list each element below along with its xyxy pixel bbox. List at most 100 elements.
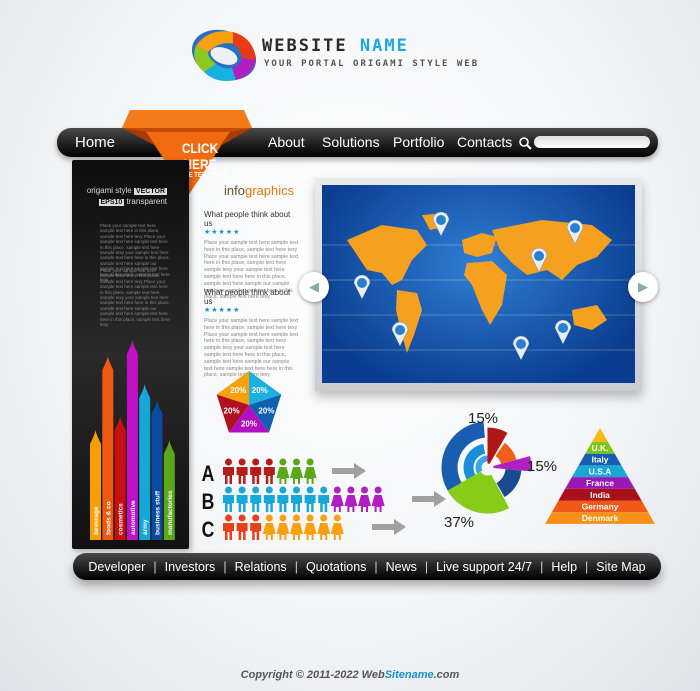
world-map [322, 185, 635, 383]
male-person-icon [250, 486, 262, 512]
chevron-left-icon: ◀ [309, 279, 319, 294]
female-person-icon [330, 514, 344, 540]
male-person-icon [250, 458, 262, 484]
footer-separator: | [424, 559, 429, 574]
copyright-suffix: .com [433, 669, 460, 681]
footer-link[interactable]: Developer [88, 560, 145, 574]
footer-link[interactable]: Relations [235, 560, 287, 574]
testimonial-heading: What people think about us [204, 210, 291, 228]
vector-badge: VECTOR [133, 188, 167, 195]
eps-badge: EPS10 [98, 199, 125, 206]
female-person-icon [358, 486, 371, 512]
pentagon-label: 20% [230, 386, 246, 395]
pyramid-label: France [586, 478, 614, 488]
footer-link[interactable]: Site Map [596, 560, 645, 574]
copyright: Copyright © 2011-2022 WebSitename.com [0, 669, 700, 681]
rating-stars: ★★★★★ [204, 229, 241, 236]
male-person-icon [223, 514, 234, 540]
footer-separator: | [153, 559, 157, 574]
nav-portfolio[interactable]: Portfolio [393, 134, 444, 150]
footer-separator: | [374, 559, 378, 574]
people-chart [223, 458, 446, 540]
map-slider [315, 178, 642, 391]
panel-line2: transparent [126, 197, 167, 206]
row-letter-c: C [201, 517, 215, 542]
female-person-icon [344, 486, 358, 512]
donut-label: 15% [468, 410, 499, 427]
search-input[interactable] [534, 136, 650, 148]
site-title: WEBSITE NAME [262, 36, 409, 56]
pyramid-label: U.S.A [589, 466, 612, 476]
copyright-prefix: Copyright © 2011-2022 Web [240, 669, 385, 681]
footer-link[interactable]: Live support 24/7 [436, 560, 532, 574]
male-person-icon [250, 514, 262, 540]
bar-label: army [142, 519, 149, 535]
pyramid-label: U.K. [592, 443, 609, 453]
male-person-icon [318, 486, 330, 512]
footer-separator: | [540, 559, 544, 574]
footer-link[interactable]: Quotations [306, 560, 366, 574]
slider-next-button[interactable]: ▶ [628, 272, 658, 302]
site-title-main: WEBSITE [262, 36, 348, 56]
female-person-icon [276, 458, 290, 484]
nav-about[interactable]: About [268, 134, 305, 150]
pyramid-chart: U.K. ItalyU.S.A France India GermanyDenmark [545, 428, 655, 524]
footer-link[interactable]: News [386, 560, 417, 574]
arrow-icon [332, 463, 366, 479]
male-person-icon [236, 486, 248, 512]
footer-separator: | [585, 559, 589, 574]
male-person-icon [236, 514, 248, 540]
panel-heading: origami style VECTOR EPS10 transparent [87, 186, 167, 208]
donut-chart [441, 421, 532, 514]
abc-letters: A B C [200, 460, 216, 544]
pyramid-top [591, 428, 609, 442]
bar-label: beverage [93, 506, 100, 535]
female-person-icon [276, 514, 290, 540]
slider-prev-button[interactable]: ◀ [299, 272, 329, 302]
logo-icon [191, 29, 257, 81]
female-person-icon [290, 458, 303, 484]
pyramid-label: Italy [591, 455, 608, 465]
chevron-right-icon: ▶ [638, 279, 648, 294]
bar [139, 384, 151, 540]
row-letter-b: B [201, 489, 215, 514]
nav-home[interactable]: Home [75, 134, 115, 151]
pyramid-label: Denmark [582, 513, 619, 523]
male-person-icon [277, 486, 289, 512]
pentagon-label: 20% [252, 386, 268, 395]
footer-link[interactable]: Help [551, 560, 577, 574]
footer-link[interactable]: Investors [165, 560, 216, 574]
search-icon[interactable] [518, 136, 532, 150]
testimonial-heading: What people think about us [204, 288, 291, 306]
title-part-accent: graphics [244, 183, 295, 198]
side-panel: origami style VECTOR EPS10 transparent P… [72, 160, 189, 549]
male-person-icon [304, 486, 316, 512]
female-person-icon [371, 486, 385, 512]
bar-label: cosmetics [118, 503, 125, 535]
rating-stars: ★★★★★ [204, 307, 241, 314]
bar-label: business stuff [155, 490, 162, 535]
male-person-icon [236, 458, 248, 484]
bar-label: manufactories [167, 490, 174, 535]
infographics-title: infographics [224, 183, 294, 198]
donut-label: 37% [444, 514, 475, 531]
bar-chart: beverage foods & co cosmetics automotive arm… [90, 340, 175, 540]
pentagon-label: 20% [224, 407, 240, 416]
male-person-icon [223, 486, 234, 512]
panel-paragraph: Place your sample text here sample text … [100, 268, 170, 328]
female-person-icon [330, 486, 344, 512]
testimonial: What people think about us ★★★★★ Place y… [204, 288, 299, 379]
pentagon-label: 20% [258, 407, 274, 416]
nav-contacts[interactable]: Contacts [457, 134, 512, 150]
pyramid-label: India [590, 490, 610, 500]
panel-line1: origami style [86, 186, 132, 195]
male-person-icon [263, 458, 275, 484]
nav-solutions[interactable]: Solutions [322, 134, 380, 150]
female-person-icon [303, 458, 317, 484]
male-person-icon [263, 486, 275, 512]
female-person-icon [317, 514, 331, 540]
row-letter-a: A [201, 461, 215, 486]
tagline: YOUR PORTAL ORIGAMI STYLE WEB [264, 59, 480, 69]
pentagon-label: 20% [241, 419, 257, 428]
male-person-icon [223, 458, 234, 484]
